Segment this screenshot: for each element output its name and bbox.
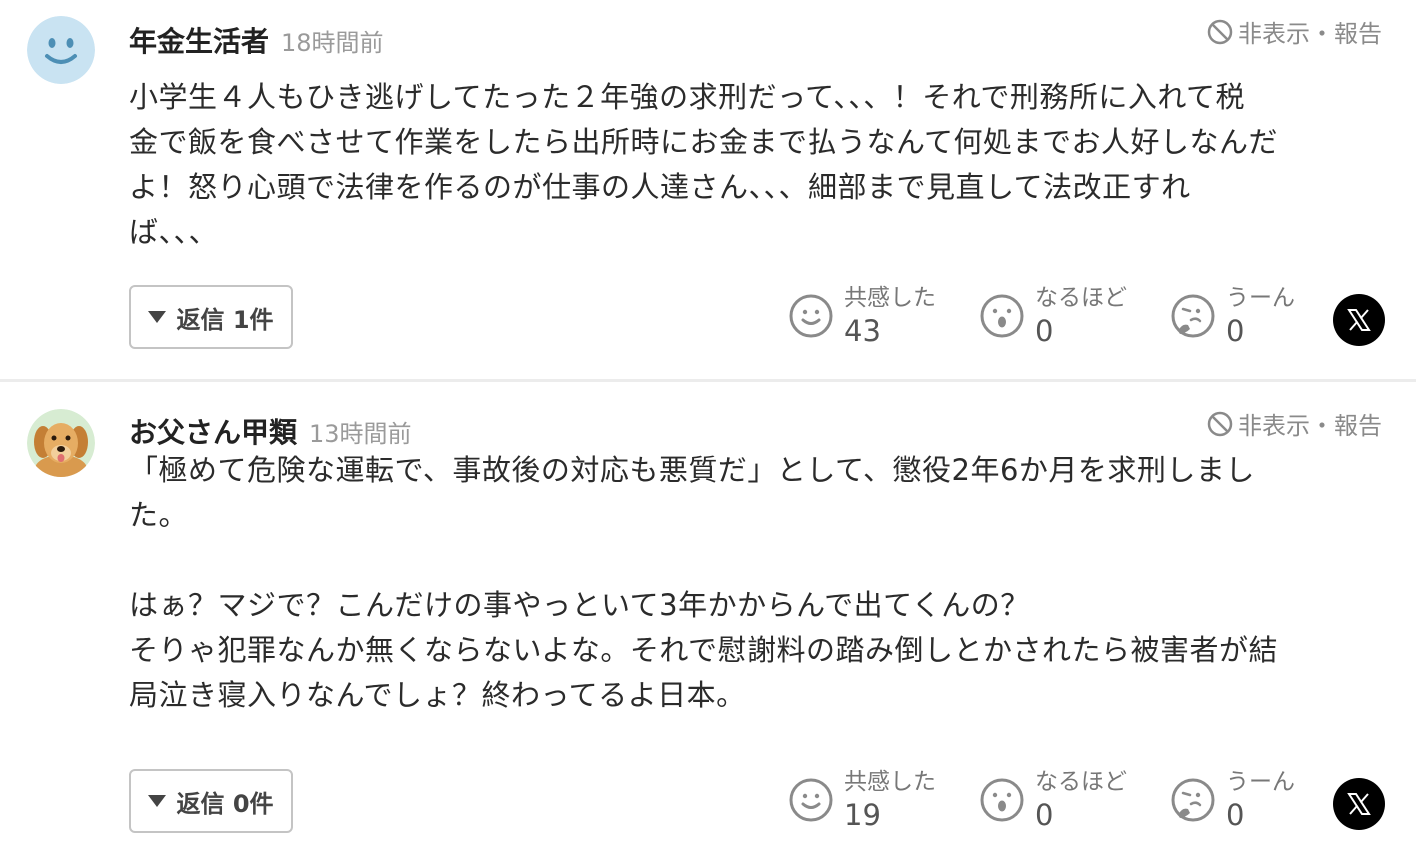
reaction-label: 共感した [844, 769, 936, 795]
reaction-count: 19 [844, 798, 881, 832]
hide-report-link[interactable]: 非表示・報告 [1206, 14, 1382, 49]
smile-icon [789, 294, 833, 338]
reaction-empathy-button[interactable]: 共感した 19 [788, 767, 979, 833]
comment-header: 年金生活者 18時間前 [129, 20, 384, 60]
reaction-bar: 共感した 19 なるほど 0 うーん 0 [788, 767, 1361, 833]
replies-label: 返信 1件 [176, 305, 274, 334]
comment-line: ば、、、 [129, 215, 219, 249]
caret-down-icon [148, 795, 167, 807]
comment-line: はぁ？マジで？こんだけの事やっといて3年かからんで出てくんの？ [129, 588, 1030, 622]
user-avatar[interactable] [27, 409, 95, 477]
comment-line: 「極めて危険な運転で、事故後の対応も悪質だ」として、懲役2年6か月を求刑しまし [129, 453, 1255, 487]
reaction-label: なるほど [1035, 285, 1127, 311]
surprised-icon [980, 294, 1024, 338]
reaction-label: 共感した [844, 285, 936, 311]
comment-body: 小学生４人もひき逃げしてたった２年強の求刑だって、、、！それで刑務所に入れて税 … [129, 75, 1379, 255]
thinking-icon [1171, 778, 1215, 822]
reaction-count: 0 [1035, 798, 1054, 832]
reaction-count: 0 [1226, 798, 1245, 832]
user-avatar[interactable] [27, 16, 95, 84]
hide-report-link[interactable]: 非表示・報告 [1206, 406, 1382, 441]
replies-button[interactable]: 返信 0件 [129, 769, 293, 833]
x-logo-icon [1347, 793, 1371, 815]
dog-avatar-icon [27, 409, 95, 477]
smile-icon [789, 778, 833, 822]
reaction-insight-button[interactable]: なるほど 0 [979, 283, 1170, 349]
smiley-face-avatar-icon [27, 16, 95, 84]
reaction-count: 0 [1035, 314, 1054, 348]
share-x-button[interactable] [1333, 294, 1385, 346]
replies-label: 返信 0件 [176, 789, 274, 818]
prohibit-icon [1207, 19, 1233, 44]
x-logo-icon [1347, 309, 1371, 331]
comment-line: よ！怒り心頭で法律を作るのが仕事の人達さん、、、細部まで見直して法改正すれ [129, 170, 1191, 204]
comment-line: 小学生４人もひき逃げしてたった２年強の求刑だって、、、！それで刑務所に入れて税 [129, 80, 1245, 114]
thinking-icon [1171, 294, 1215, 338]
surprised-icon [980, 778, 1024, 822]
comment-line: た。 [129, 498, 189, 532]
caret-down-icon [148, 311, 167, 323]
reaction-label: なるほど [1035, 769, 1127, 795]
share-x-button[interactable] [1333, 778, 1385, 830]
timestamp: 13時間前 [309, 420, 412, 448]
comment-body: 「極めて危険な運転で、事故後の対応も悪質だ」として、懲役2年6か月を求刑しまし … [129, 448, 1379, 718]
comment-2: お父さん甲類 13時間前 非表示・報告 「極めて危険な運転で、事故後の対応も悪質… [0, 382, 1416, 850]
report-label: 非表示・報告 [1238, 412, 1382, 440]
timestamp: 18時間前 [281, 29, 384, 57]
reaction-bar: 共感した 43 なるほど 0 うーん 0 [788, 283, 1361, 349]
username[interactable]: お父さん甲類 [129, 411, 297, 451]
report-label: 非表示・報告 [1238, 20, 1382, 48]
prohibit-icon [1207, 411, 1233, 436]
comment-header: お父さん甲類 13時間前 [129, 411, 412, 451]
reaction-label: うーん [1226, 769, 1295, 795]
replies-button[interactable]: 返信 1件 [129, 285, 293, 349]
comment-1: 年金生活者 18時間前 非表示・報告 小学生４人もひき逃げしてたった２年強の求刑… [0, 0, 1416, 379]
comment-line: 局泣き寝入りなんでしょ？終わってるよ日本。 [129, 678, 746, 712]
reaction-insight-button[interactable]: なるほど 0 [979, 767, 1170, 833]
reaction-label: うーん [1226, 285, 1295, 311]
comment-line: 金で飯を食べさせて作業をしたら出所時にお金まで払うなんて何処までお人好しなんだ [129, 125, 1279, 159]
reaction-empathy-button[interactable]: 共感した 43 [788, 283, 979, 349]
reaction-count: 43 [844, 314, 881, 348]
comment-line: そりゃ犯罪なんか無くならないよな。それで慰謝料の踏み倒しとかされたら被害者が結 [129, 633, 1279, 667]
reaction-count: 0 [1226, 314, 1245, 348]
username[interactable]: 年金生活者 [129, 20, 269, 60]
